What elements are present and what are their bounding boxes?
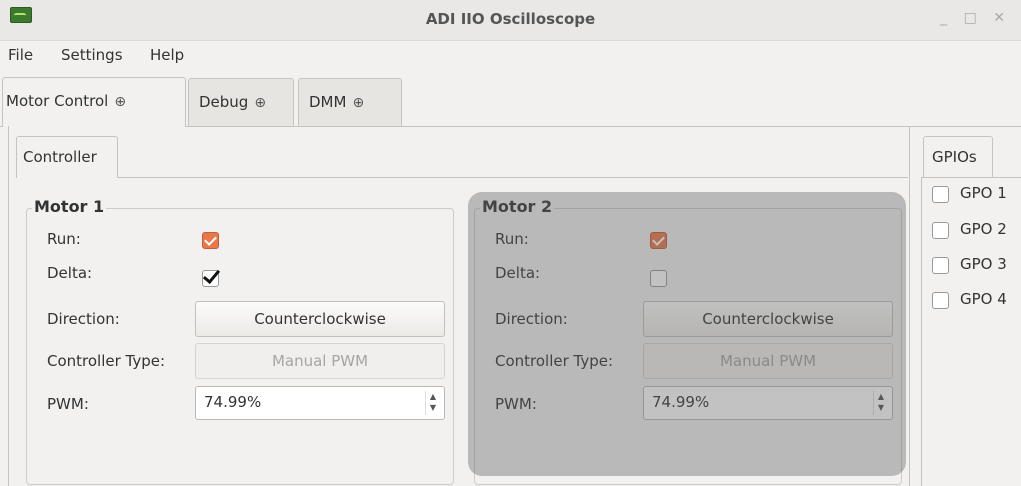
title-bar: ADI IIO Oscilloscope _ □ ✕: [0, 0, 1021, 41]
gpo2-checkbox[interactable]: [932, 222, 949, 239]
motor1-direction-button[interactable]: Counterclockwise: [195, 301, 445, 337]
window-controls[interactable]: _ □ ✕: [940, 10, 1011, 26]
menu-bar: File Settings Help: [0, 40, 1021, 72]
motor1-delta-checkbox[interactable]: [202, 270, 219, 287]
gpo1-label: GPO 1: [960, 184, 1007, 202]
motor1-run-checkbox[interactable]: [202, 232, 219, 249]
motor1-pwm-spinbox[interactable]: 74.99% ▲ ▼: [195, 386, 445, 420]
gpo4-checkbox[interactable]: [932, 292, 949, 309]
gpo4-label: GPO 4: [960, 290, 1007, 308]
tab-dmm[interactable]: DMM ⊕: [298, 78, 402, 126]
motor1-pwm-label: PWM:: [47, 395, 89, 413]
plug-icon: ⊕: [352, 95, 365, 111]
motor1-title: Motor 1: [32, 197, 107, 216]
tab-controller[interactable]: Controller: [16, 136, 118, 178]
tab-label: Debug: [199, 93, 249, 111]
tab-motor-control[interactable]: Motor Control ⊕: [2, 77, 186, 127]
gpo3-checkbox[interactable]: [932, 257, 949, 274]
menu-file[interactable]: File: [8, 46, 33, 64]
window-title: ADI IIO Oscilloscope: [425, 10, 596, 28]
tab-gpios[interactable]: GPIOs: [923, 136, 993, 178]
tab-label: DMM: [309, 93, 347, 111]
motor1-run-label: Run:: [47, 230, 81, 248]
plug-icon: ⊕: [114, 94, 127, 110]
motor1-pwm-value: 74.99%: [204, 393, 262, 411]
motor1-delta-label: Delta:: [47, 264, 93, 282]
main-tab-bar: Motor Control ⊕ Debug ⊕ DMM ⊕: [0, 72, 1021, 127]
motor1-controller-button[interactable]: Manual PWM: [195, 343, 445, 379]
motor1-direction-label: Direction:: [47, 310, 120, 328]
tab-label: Motor Control: [6, 92, 109, 110]
gpo3-label: GPO 3: [960, 255, 1007, 273]
gpo1-checkbox[interactable]: [932, 186, 949, 203]
menu-help[interactable]: Help: [150, 46, 184, 64]
tab-debug[interactable]: Debug ⊕: [188, 78, 294, 126]
divider: [118, 177, 908, 178]
disabled-overlay: [468, 192, 906, 476]
menu-settings[interactable]: Settings: [61, 46, 123, 64]
motor1-controller-label: Controller Type:: [47, 352, 166, 370]
plug-icon: ⊕: [254, 95, 267, 111]
spin-arrows-icon[interactable]: ▲ ▼: [425, 391, 440, 415]
gpo2-label: GPO 2: [960, 220, 1007, 238]
